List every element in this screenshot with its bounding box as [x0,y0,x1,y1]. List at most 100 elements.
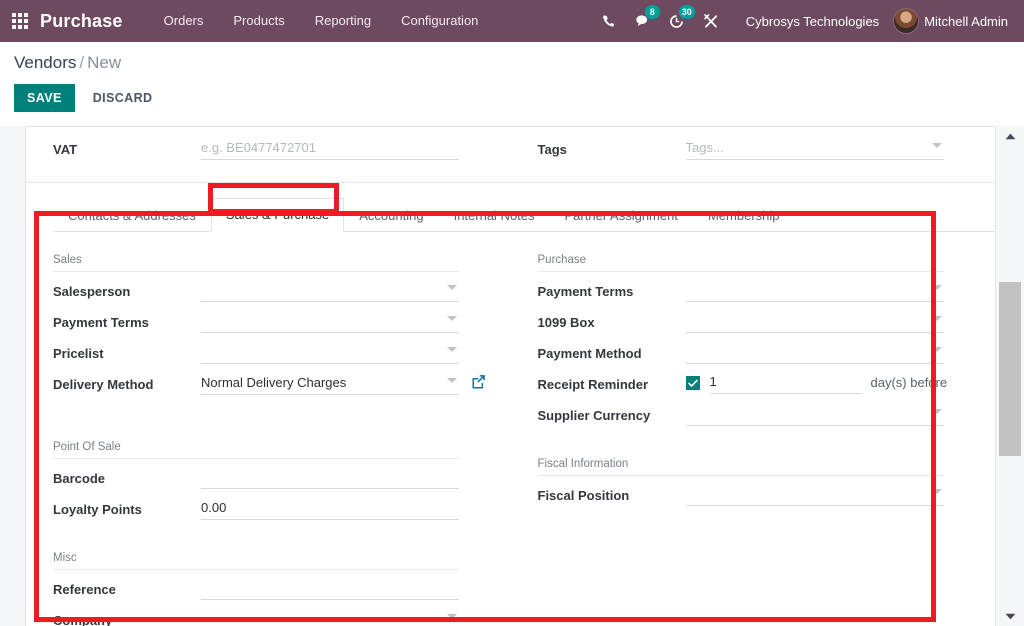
menu-products[interactable]: Products [218,0,299,42]
phone-icon[interactable] [592,0,626,42]
menu-reporting[interactable]: Reporting [300,0,386,42]
box-1099-label: 1099 Box [538,312,686,330]
menu-orders[interactable]: Orders [149,0,219,42]
receipt-reminder-suffix: day(s) before [871,374,948,390]
tab-internal-notes[interactable]: Internal Notes [439,199,550,232]
field-loyalty-points: Loyalty Points [53,499,491,521]
external-link-icon[interactable] [471,374,486,389]
breadcrumb: Vendors/New [14,53,1024,73]
left-gutter [0,126,26,626]
loyalty-points-label: Loyalty Points [53,499,201,517]
current-company[interactable]: Cybrosys Technologies [728,14,893,29]
breadcrumb-current: New [87,53,121,72]
field-supplier-currency: Supplier Currency [538,405,976,427]
group-title-purchase: Purchase [538,254,944,272]
right-spacer-1 [538,436,976,458]
scrollbar-thumb[interactable] [999,282,1021,456]
vertical-scrollbar[interactable] [995,126,1024,626]
save-button[interactable]: SAVE [14,84,75,112]
payment-method-control [686,343,944,364]
discard-button[interactable]: DISCARD [81,84,165,112]
messages-badge: 8 [645,5,660,19]
tab-sales-purchase[interactable]: Sales & Purchase [211,198,344,232]
sales-payment-terms-control [201,312,459,333]
barcode-label: Barcode [53,468,201,486]
barcode-input[interactable] [201,468,459,489]
delivery-method-input[interactable] [201,374,459,395]
sheet-area: VAT Tags Contacts & Addresses Sales & Pu… [0,126,1024,626]
supplier-currency-control [686,405,944,426]
purchase-payment-terms-input[interactable] [686,281,944,302]
loyalty-points-control [201,499,459,520]
pricelist-control [201,343,459,364]
control-panel-buttons: SAVE DISCARD [14,84,1024,112]
company-input[interactable] [201,610,459,626]
messages-icon[interactable]: 8 [626,0,660,42]
vat-label: VAT [53,139,201,182]
notebook: Contacts & Addresses Sales & Purchase Ac… [26,183,995,232]
field-payment-method: Payment Method [538,343,976,365]
fiscal-position-label: Fiscal Position [538,485,686,503]
left-form-column: Sales Salesperson Payment Terms [26,254,511,626]
receipt-reminder-days-input[interactable] [710,374,862,394]
loyalty-points-input[interactable] [201,499,459,520]
scroll-down-arrow-icon[interactable] [996,608,1024,624]
field-fiscal-position: Fiscal Position [538,485,976,507]
company-label: Company [53,610,201,626]
tags-label: Tags [538,139,686,182]
tab-contacts-addresses[interactable]: Contacts & Addresses [53,199,211,232]
tags-input[interactable] [686,139,944,160]
purchase-payment-terms-label: Payment Terms [538,281,686,299]
field-receipt-reminder: Receipt Reminder day(s) before [538,374,976,396]
pricelist-input[interactable] [201,343,459,364]
supplier-currency-label: Supplier Currency [538,405,686,423]
box-1099-input[interactable] [686,312,944,333]
tags-field-group: Tags [511,139,996,182]
fiscal-position-input[interactable] [686,485,944,506]
payment-method-label: Payment Method [538,343,686,361]
reference-input[interactable] [201,579,459,600]
pricelist-label: Pricelist [53,343,201,361]
scroll-up-arrow-icon[interactable] [996,128,1024,144]
receipt-reminder-checkbox[interactable] [686,376,700,390]
reference-label: Reference [53,579,201,597]
tab-partner-assignment[interactable]: Partner Assignment [550,199,693,232]
tab-accounting[interactable]: Accounting [344,199,438,232]
field-barcode: Barcode [53,468,491,490]
debug-tools-icon[interactable] [694,0,728,42]
breadcrumb-vendors[interactable]: Vendors [14,53,76,72]
salesperson-input[interactable] [201,281,459,302]
menu-configuration[interactable]: Configuration [386,0,493,42]
activities-badge: 30 [679,5,695,19]
company-control [201,610,459,626]
vendor-form-sheet: VAT Tags Contacts & Addresses Sales & Pu… [26,126,995,626]
avatar [893,8,919,34]
group-title-misc: Misc [53,552,459,570]
payment-method-input[interactable] [686,343,944,364]
left-spacer-1 [53,405,491,441]
delivery-method-control [201,374,459,395]
field-sales-payment-terms: Payment Terms [53,312,491,334]
sales-payment-terms-input[interactable] [201,312,459,333]
navbar-right-group: 8 30 Cybrosys Technologies Mitchell Admi… [592,0,1024,42]
purchase-payment-terms-control [686,281,944,302]
box-1099-control [686,312,944,333]
apps-grid-icon[interactable] [0,0,40,42]
field-purchase-payment-terms: Payment Terms [538,281,976,303]
vat-input[interactable] [201,139,459,160]
group-title-sales: Sales [53,254,459,272]
activities-clock-icon[interactable]: 30 [660,0,694,42]
group-title-point-of-sale: Point Of Sale [53,441,459,459]
field-pricelist: Pricelist [53,343,491,365]
app-brand-purchase[interactable]: Purchase [40,11,123,32]
top-navbar: Purchase Orders Products Reporting Confi… [0,0,1024,42]
supplier-currency-input[interactable] [686,405,944,426]
tab-membership[interactable]: Membership [693,199,795,232]
salesperson-label: Salesperson [53,281,201,299]
field-1099-box: 1099 Box [538,312,976,334]
receipt-reminder-label: Receipt Reminder [538,374,686,392]
group-title-fiscal-information: Fiscal Information [538,458,944,476]
vat-field-group: VAT [26,139,511,182]
field-company: Company [53,610,491,626]
user-menu[interactable]: Mitchell Admin [893,8,1014,34]
